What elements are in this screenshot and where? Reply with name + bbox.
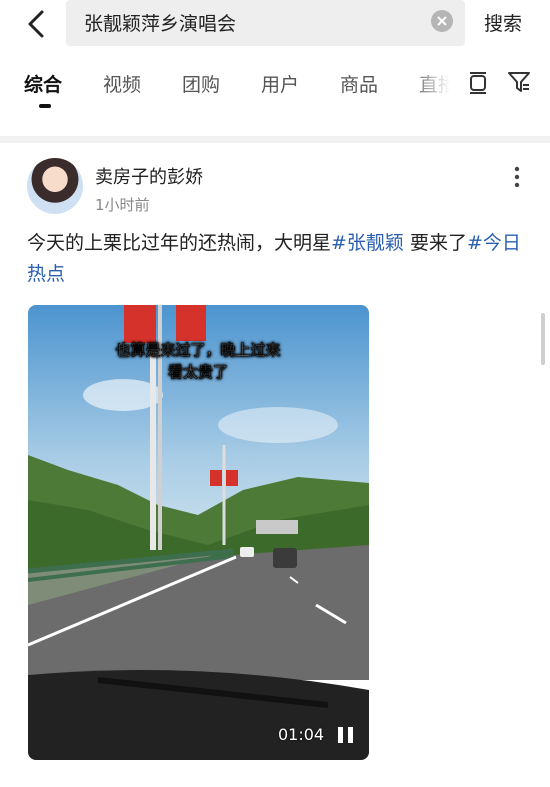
video-player[interactable]: 也算是来过了，晚上过来 看太贵了 01:04 (28, 305, 369, 760)
hashtag-link[interactable]: #张靓颖 (331, 232, 404, 254)
post-time: 1小时前 (95, 196, 150, 214)
post-text: 今天的上栗比过年的还热闹，大明星#张靓颖 要来了#今日热点 (27, 228, 527, 290)
video-duration: 01:04 (278, 725, 325, 744)
avatar[interactable] (27, 158, 83, 214)
filter-icon[interactable] (505, 68, 533, 96)
post-text-part2: 要来了 (403, 232, 467, 254)
tab-products[interactable]: 商品 (340, 70, 378, 97)
search-input[interactable]: 张靓颖萍乡演唱会 (66, 0, 465, 46)
previous-card-bottom (0, 108, 550, 136)
top-bar: 张靓颖萍乡演唱会 搜索 综合 视频 团购 用户 商品 直播 (0, 0, 550, 120)
tab-all[interactable]: 综合 (24, 70, 62, 97)
search-button[interactable]: 搜索 (484, 9, 522, 36)
scrollbar-thumb[interactable] (541, 313, 545, 365)
pause-icon[interactable] (335, 725, 357, 745)
caption-line2: 看太贵了 (168, 363, 228, 381)
video-frame: 也算是来过了，晚上过来 看太贵了 (28, 305, 369, 760)
more-icon[interactable] (508, 165, 526, 189)
clear-icon[interactable] (431, 10, 453, 32)
post-text-part1: 今天的上栗比过年的还热闹，大明星 (27, 232, 332, 254)
tab-group-buy[interactable]: 团购 (182, 70, 220, 97)
back-arrow-icon[interactable] (22, 6, 52, 42)
tab-fade (410, 62, 460, 108)
list-view-icon[interactable] (464, 68, 492, 96)
caption-line1: 也算是来过了，晚上过来 (115, 341, 280, 359)
search-query[interactable]: 张靓颖萍乡演唱会 (84, 9, 236, 36)
post-card[interactable]: 卖房子的彭娇 1小时前 今天的上栗比过年的还热闹，大明星#张靓颖 要来了#今日热… (0, 143, 550, 787)
username[interactable]: 卖房子的彭娇 (95, 163, 203, 189)
tab-video[interactable]: 视频 (103, 70, 141, 97)
tab-users[interactable]: 用户 (261, 70, 299, 97)
